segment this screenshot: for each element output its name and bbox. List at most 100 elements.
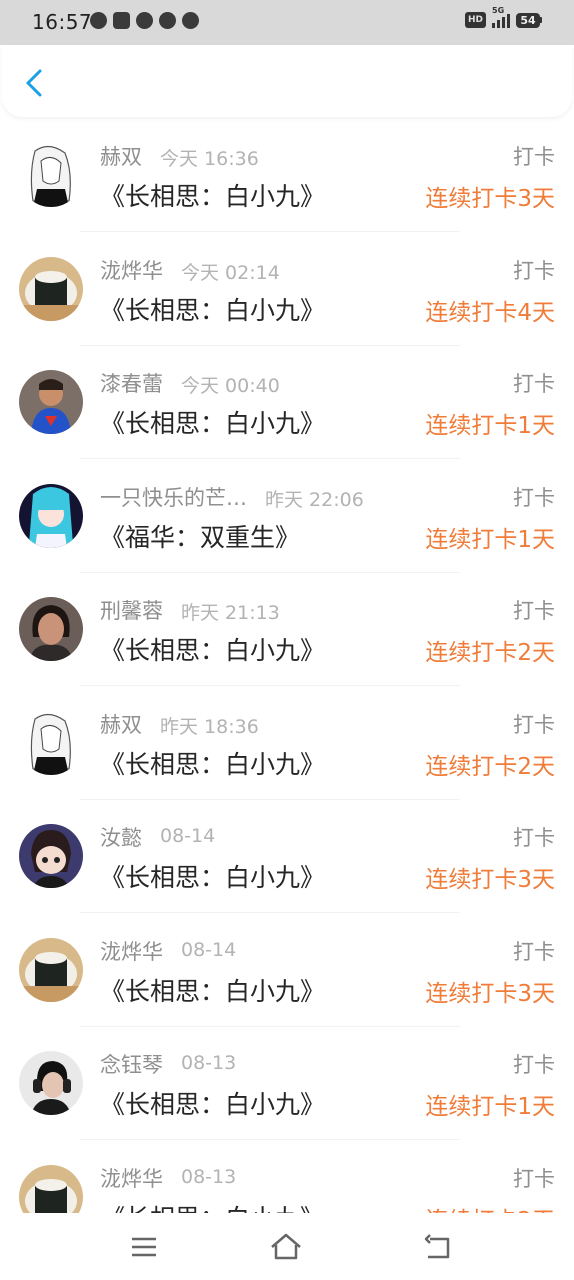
divider — [80, 912, 460, 913]
back-button[interactable] — [20, 67, 50, 99]
streak-label: 连续打卡1天 — [425, 1094, 555, 1120]
checkin-item[interactable]: 念钰琴 08-13 打卡《长相思：白小九》 连续打卡1天 — [0, 1035, 574, 1149]
user-name[interactable]: 刑馨蓉 — [100, 595, 163, 625]
checkin-item[interactable]: 刑馨蓉 昨天 21:13 打卡《长相思：白小九》 连续打卡2天 — [0, 581, 574, 695]
home-icon — [271, 1233, 301, 1260]
user-name[interactable]: 泷烨华 — [100, 1163, 163, 1193]
action-label: 打卡 — [513, 939, 555, 964]
avatar[interactable] — [19, 597, 83, 661]
streak-label: 连续打卡3天 — [425, 186, 555, 212]
streak-label: 连续打卡1天 — [425, 526, 555, 553]
action-label: 打卡 — [513, 145, 555, 169]
checkin-time: 08-14 — [181, 938, 237, 961]
book-title[interactable]: 《长相思：白小九》 — [100, 745, 325, 781]
status-bar: 16:57 HD 5G 54 — [0, 0, 574, 45]
user-name[interactable]: 赫双 — [100, 709, 142, 739]
music-icon — [182, 12, 199, 29]
avatar[interactable] — [19, 710, 83, 775]
user-name[interactable]: 赫双 — [100, 141, 142, 171]
checkin-item[interactable]: 泷烨华 08-13 打卡《长相思：白小九》 连续打卡2天 — [0, 1149, 574, 1214]
book-title[interactable]: 《长相思：白小九》 — [100, 404, 325, 440]
avatar[interactable] — [19, 143, 83, 207]
user-name[interactable]: 漆春蕾 — [100, 368, 163, 398]
menu-button[interactable] — [126, 1231, 162, 1263]
action-label: 打卡 — [513, 1053, 555, 1077]
checkin-time: 08-13 — [181, 1052, 237, 1074]
action-label: 打卡 — [513, 372, 555, 396]
divider — [80, 344, 460, 346]
book-title[interactable]: 《长相思：白小九》 — [100, 291, 325, 327]
checkin-time: 08-14 — [160, 825, 216, 847]
action-label: 打卡 — [513, 1166, 555, 1191]
user-name[interactable]: 一只快乐的芒… — [100, 482, 247, 512]
checkin-item[interactable]: 泷烨华 今天 02:14 打卡《长相思：白小九》 连续打卡4天 — [0, 241, 574, 355]
checkin-time: 08-13 — [181, 1165, 237, 1188]
action-label: 打卡 — [513, 712, 555, 737]
checkin-time: 昨天 21:13 — [181, 602, 280, 624]
book-title[interactable]: 《福华：双重生》 — [100, 518, 300, 554]
action-label: 打卡 — [513, 485, 555, 510]
streak-label: 连续打卡3天 — [425, 867, 555, 893]
return-button[interactable] — [420, 1231, 456, 1263]
book-title[interactable]: 《长相思：白小九》 — [100, 177, 325, 213]
book-title[interactable]: 《长相思：白小九》 — [100, 972, 325, 1008]
battery-icon: 54 — [516, 12, 542, 28]
checkin-item[interactable]: 泷烨华 08-14 打卡《长相思：白小九》 连续打卡3天 — [0, 922, 574, 1036]
user-name[interactable]: 念钰琴 — [100, 1049, 163, 1079]
checkin-item[interactable]: 漆春蕾 今天 00:40 打卡 《长相思：白小九》 连续打卡1天 — [0, 354, 574, 468]
streak-label: 连续打卡2天 — [425, 753, 555, 780]
avatar[interactable] — [19, 824, 83, 888]
streak-label: 连续打卡1天 — [425, 413, 555, 439]
checkin-item[interactable]: 赫双 昨天 18:36 打卡 《长相思：白小九》 连续打卡2天 — [0, 695, 574, 809]
streak-label: 连续打卡2天 — [425, 640, 555, 666]
book-title[interactable]: 《长相思：白小九》 — [100, 631, 325, 667]
checkin-item[interactable]: 赫双 今天 16:36 打卡《长相思：白小九》 连续打卡3天 — [0, 127, 574, 241]
avatar[interactable] — [19, 256, 83, 321]
divider — [80, 685, 460, 686]
link-icon — [159, 12, 176, 29]
book-title[interactable]: 《长相思：白小九》 — [100, 1199, 325, 1214]
divider — [80, 231, 460, 232]
back-icon — [424, 1234, 450, 1259]
user-name[interactable]: 汝懿 — [100, 822, 142, 852]
network-type: 5G — [492, 6, 505, 15]
navigation-bar — [0, 1213, 574, 1280]
hd-icon: HD — [464, 12, 486, 28]
action-label: 打卡 — [513, 258, 555, 283]
status-right: HD 5G 54 — [464, 6, 542, 28]
video-icon — [113, 12, 130, 29]
user-name[interactable]: 泷烨华 — [100, 255, 163, 285]
checkin-list: 赫双 今天 16:36 打卡 《长相思：白小九》 连续打卡3天 泷烨华 今天 02:14 打卡… — [0, 127, 574, 1213]
avatar[interactable] — [19, 370, 83, 434]
checkin-time: 今天 16:36 — [160, 148, 259, 170]
divider — [80, 571, 460, 573]
streak-label: 连续打卡4天 — [425, 299, 555, 326]
menu-icon — [132, 1237, 156, 1257]
home-button[interactable] — [268, 1231, 304, 1263]
chevron-left-icon — [26, 69, 42, 97]
divider — [80, 1139, 460, 1140]
checkin-time: 昨天 22:06 — [265, 488, 364, 511]
divider — [80, 798, 460, 800]
action-label: 打卡 — [513, 826, 555, 850]
streak-label: 连续打卡2天 — [425, 1201, 555, 1214]
battery-level: 54 — [516, 12, 540, 28]
checkin-time: 今天 02:14 — [181, 261, 280, 284]
book-title[interactable]: 《长相思：白小九》 — [100, 1085, 325, 1121]
app-header — [2, 45, 572, 117]
avatar[interactable] — [19, 483, 83, 548]
signal-icon: 5G — [492, 6, 510, 28]
avatar[interactable] — [19, 1051, 83, 1115]
checkin-item[interactable]: 汝懿 08-14 打卡《长相思：白小九》 连续打卡3天 — [0, 808, 574, 922]
notification-icons — [90, 12, 199, 29]
streak-label: 连续打卡3天 — [425, 980, 555, 1007]
book-title[interactable]: 《长相思：白小九》 — [100, 858, 325, 894]
user-name[interactable]: 泷烨华 — [100, 936, 163, 966]
message-icon — [90, 12, 107, 29]
status-time: 16:57 — [32, 10, 93, 34]
avatar[interactable] — [19, 937, 83, 1002]
action-label: 打卡 — [513, 599, 555, 623]
checkin-item[interactable]: 一只快乐的芒… 昨天 22:06 打卡《福华：双重生》 连续打卡1天 — [0, 468, 574, 582]
divider — [80, 1025, 460, 1027]
avatar[interactable] — [19, 1164, 83, 1213]
